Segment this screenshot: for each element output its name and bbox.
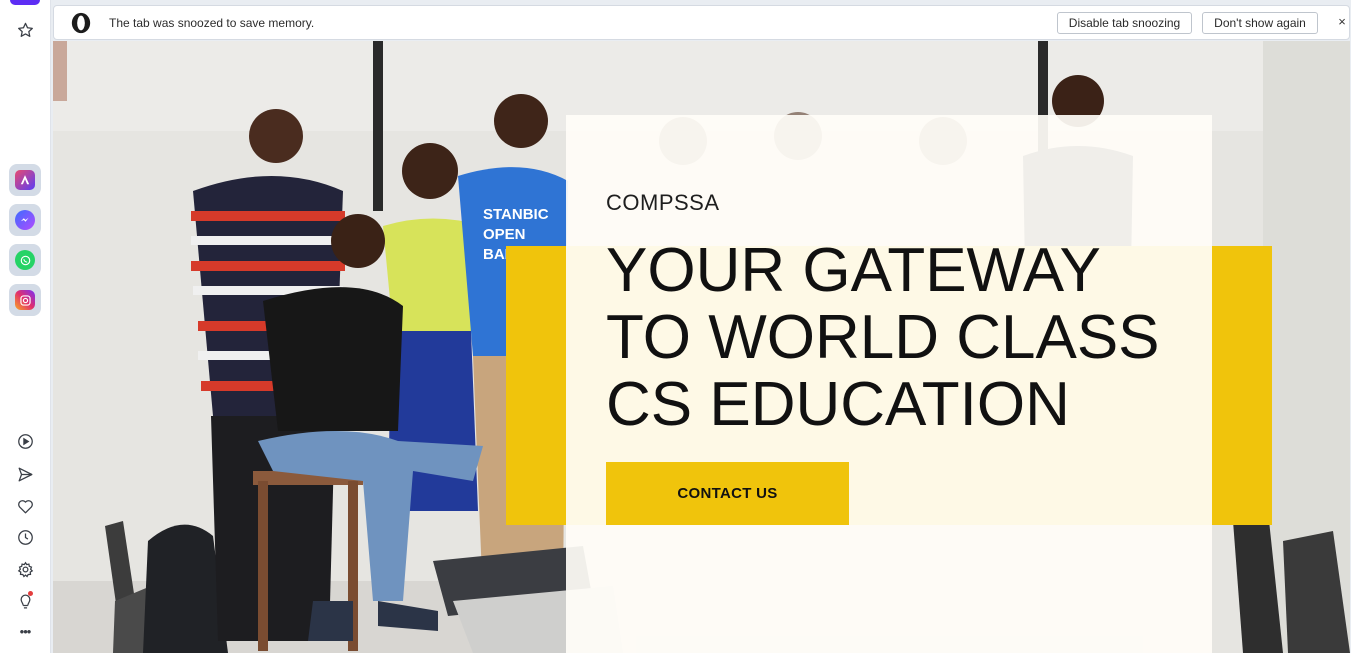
contact-us-button[interactable]: CONTACT US [606,462,849,525]
send-icon[interactable] [9,458,41,490]
notification-dot [28,591,33,596]
aria-icon[interactable] [9,164,41,196]
close-icon[interactable]: × [1334,14,1350,30]
dont-show-again-button[interactable]: Don't show again [1202,12,1318,34]
player-icon[interactable] [9,425,41,457]
headline-line-2: TO WORLD CLASS [606,303,1160,372]
web-page: STANBIC OPEN BANKING COMPSSA YOUR GATEWA… [53,41,1350,653]
hero-card: COMPSSA YOUR GATEWAY TO WORLD CLASS CS E… [566,115,1212,653]
tab-snoozed-infobar: The tab was snoozed to save memory. Disa… [53,5,1350,40]
heart-icon[interactable] [9,490,41,522]
headline-line-1: YOUR GATEWAY [606,236,1101,305]
snooze-message: The tab was snoozed to save memory. [109,16,315,30]
disable-tab-snoozing-button[interactable]: Disable tab snoozing [1057,12,1192,34]
headline-line-3: CS EDUCATION [606,370,1070,439]
opera-logo-icon [71,12,91,34]
hero-headline: YOUR GATEWAY TO WORLD CLASS CS EDUCATION [606,237,1196,438]
shirt-text-1: STANBIC [483,206,549,223]
hero-kicker: COMPSSA [606,190,720,215]
browser-sidebar: ••• [0,0,51,653]
settings-icon[interactable] [9,553,41,585]
sidebar-accent [10,0,40,5]
instagram-icon[interactable] [9,284,41,316]
lightbulb-icon[interactable] [9,585,41,617]
more-icon[interactable]: ••• [9,615,41,647]
history-icon[interactable] [9,521,41,553]
messenger-icon[interactable] [9,204,41,236]
bookmarks-icon[interactable] [9,14,41,46]
shirt-text-2: OPEN [483,226,526,243]
whatsapp-icon[interactable] [9,244,41,276]
